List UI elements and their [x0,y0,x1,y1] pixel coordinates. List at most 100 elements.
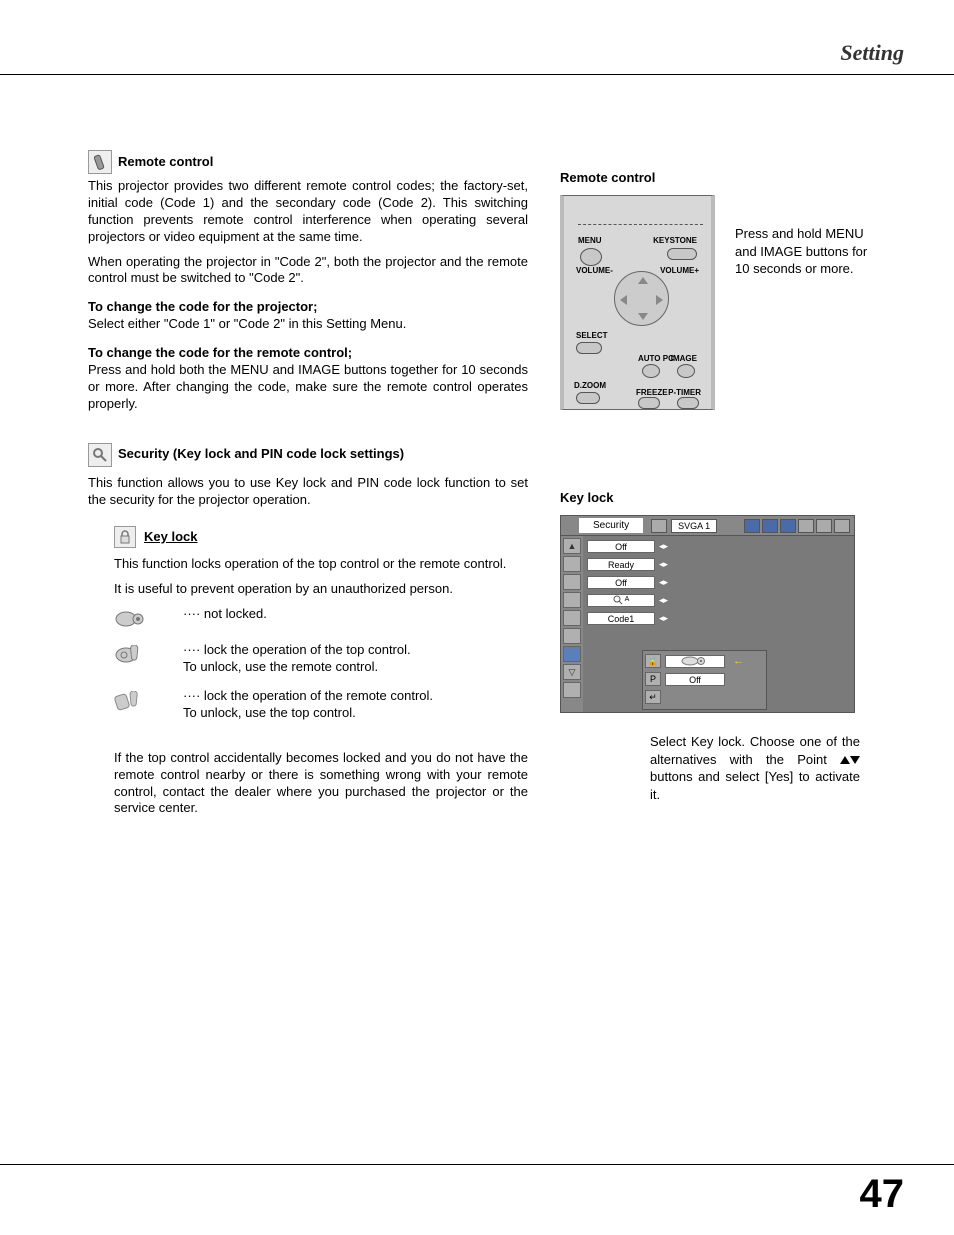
lock-text-2a: ···· lock the operation of the top contr… [183,642,528,659]
freeze-label: FREEZE [636,388,668,397]
sidebar-icon-exit[interactable] [563,682,581,698]
osd-rows: Off ◂▸ Ready ◂▸ Off ◂▸ A ◂▸ Code1 ◂▸ [583,536,854,712]
not-locked-icon [114,608,148,630]
remote-diagram: MENU KEYSTONE VOLUME- VOLUME+ SELECT AUT… [560,195,715,410]
osd-row-1-arrows[interactable]: ◂▸ [659,541,668,552]
dpad[interactable] [614,271,669,326]
keylock-para-2: It is useful to prevent operation by an … [114,581,528,598]
remote-para-1: This projector provides two different re… [88,178,528,246]
image-label: IMAGE [671,354,697,363]
osd-title: Security [579,518,643,533]
autopc-label: AUTO PC [638,354,674,363]
security-icon [88,443,112,467]
lock-text-3: ···· lock the operation of the remote co… [183,688,528,722]
remote-control-lock-icon [114,690,148,712]
sidebar-icon-3[interactable] [563,592,581,608]
submenu-val-2: Off [665,673,725,686]
lock-text-3b: To unlock, use the top control. [183,705,528,722]
osd-tabs [744,519,850,533]
osd-submenu: 🔒 ← P Off ↵ [642,650,767,710]
remote-control-heading: Remote control [88,150,528,174]
dashed-line-top [578,224,703,225]
ptimer-button[interactable] [677,397,699,409]
osd-row-1: Off ◂▸ [587,538,850,554]
osd-row-3-arrows[interactable]: ◂▸ [659,577,668,588]
tab-icon-1[interactable] [744,519,760,533]
osd-caption-pre: Select Key lock. Choose one of the alter… [650,734,860,767]
security-heading: Security (Key lock and PIN code lock set… [88,443,528,467]
sidebar-icon-4[interactable] [563,610,581,626]
keystone-button[interactable] [667,248,697,260]
submenu-back-arrow[interactable]: ← [733,655,744,667]
tab-icon-5[interactable] [816,519,832,533]
osd-row-1-val: Off [587,540,655,553]
osd-row-3-val: Off [587,576,655,589]
osd-row-4-arrows[interactable]: ◂▸ [659,595,668,606]
sidebar-icon-2[interactable] [563,574,581,590]
osd-caption-post: buttons and select [Yes] to activate it. [650,769,860,802]
menu-button[interactable] [580,248,602,266]
select-label: SELECT [576,331,608,340]
sidebar-icon-5[interactable] [563,628,581,644]
autopc-button[interactable] [642,364,660,378]
dzoom-label: D.ZOOM [574,381,606,390]
keylock-heading: Key lock [114,526,528,548]
submenu-row-2: P Off [645,671,764,687]
osd-row-2-val: Ready [587,558,655,571]
dpad-up[interactable] [638,277,648,284]
submenu-row-1: 🔒 ← [645,653,764,669]
osd-left-column: ▲ ▽ [561,536,583,712]
dzoom-button[interactable] [576,392,600,404]
submenu-icon-keylock[interactable]: 🔒 [645,654,661,668]
osd-menu: Security SVGA 1 ▲ [560,515,855,713]
menu-label: MENU [578,236,602,245]
osd-row-gap [587,628,850,648]
select-button[interactable] [576,342,602,354]
sidebar-icon-security[interactable] [563,646,581,662]
remote-para-2: When operating the projector in "Code 2"… [88,254,528,288]
osd-topbar: Security SVGA 1 [561,516,854,536]
security-heading-text: Security (Key lock and PIN code lock set… [118,446,404,463]
osd-topicon [651,519,667,533]
up-arrow-icon [840,756,850,764]
dpad-left[interactable] [620,295,627,305]
osd-caption: Select Key lock. Choose one of the alter… [650,733,860,803]
volume-minus-label: VOLUME- [576,266,613,275]
freeze-button[interactable] [638,397,660,409]
dpad-down[interactable] [638,313,648,320]
osd-row-2-arrows[interactable]: ◂▸ [659,559,668,570]
tab-icon-2[interactable] [762,519,778,533]
lock-text-2: ···· lock the operation of the top contr… [183,642,528,676]
security-text: This function allows you to use Key lock… [88,475,528,509]
sidebar-icon-1[interactable] [563,556,581,572]
lock-text-2b: To unlock, use the remote control. [183,659,528,676]
tab-icon-4[interactable] [798,519,814,533]
right-keylock-heading: Key lock [560,490,890,505]
keylock-icon [114,526,136,548]
tab-icon-3[interactable] [780,519,796,533]
tab-icon-6[interactable] [834,519,850,533]
change-projector-text: Select either "Code 1" or "Code 2" in th… [88,316,528,333]
submenu-icon-exit[interactable]: ↵ [645,690,661,704]
change-projector-heading: To change the code for the projector; [88,299,528,316]
keylock-para-1: This function locks operation of the top… [114,556,528,573]
osd-row-5-arrows[interactable]: ◂▸ [659,613,668,624]
image-button[interactable] [677,364,695,378]
keylock-footer: If the top control accidentally becomes … [114,750,528,818]
volume-plus-label: VOLUME+ [660,266,699,275]
lock-text-3a: ···· lock the operation of the remote co… [183,688,528,705]
scroll-up-icon[interactable]: ▲ [563,538,581,554]
footer-rule [0,1164,954,1165]
keylock-heading-text: Key lock [144,529,197,546]
scroll-down-icon[interactable]: ▽ [563,664,581,680]
left-column: Remote control This projector provides t… [88,150,528,825]
submenu-icon-pin[interactable]: P [645,672,661,686]
lock-item-remote-control: ···· lock the operation of the remote co… [114,688,528,722]
dpad-right[interactable] [656,295,663,305]
osd-row-5: Code1 ◂▸ [587,610,850,626]
right-column: Remote control MENU KEYSTONE VOLUME- VOL… [560,170,890,803]
header-rule [0,74,954,75]
change-remote-heading: To change the code for the remote contro… [88,345,528,362]
change-remote-text: Press and hold both the MENU and IMAGE b… [88,362,528,413]
keystone-label: KEYSTONE [653,236,697,245]
